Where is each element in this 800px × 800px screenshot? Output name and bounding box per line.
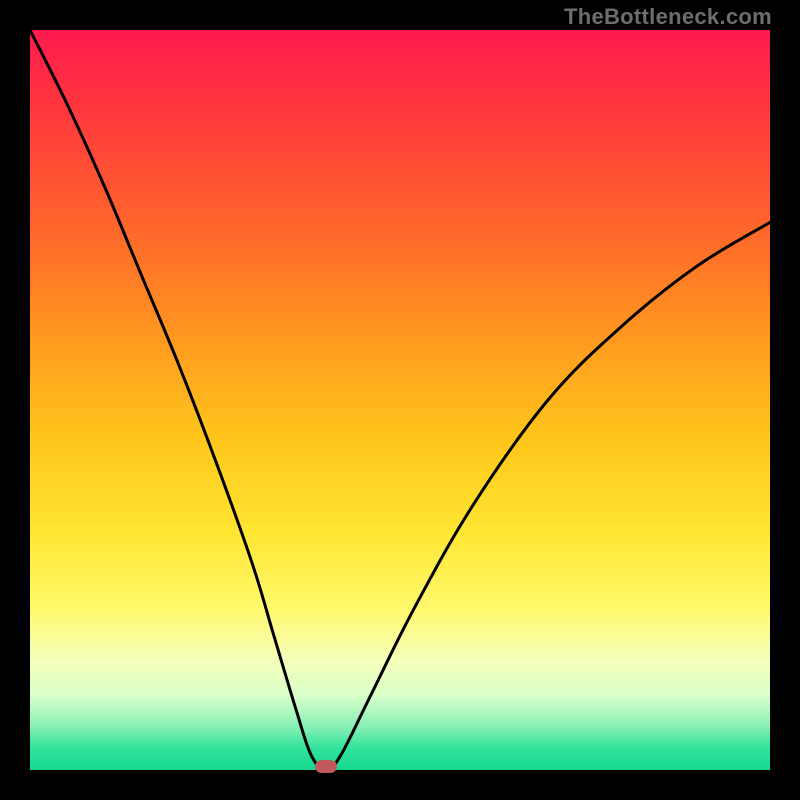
chart-frame: TheBottleneck.com [0, 0, 800, 800]
bottleneck-curve [30, 30, 770, 770]
minimum-marker [315, 760, 337, 773]
plot-area [30, 30, 770, 770]
watermark-text: TheBottleneck.com [564, 4, 772, 30]
